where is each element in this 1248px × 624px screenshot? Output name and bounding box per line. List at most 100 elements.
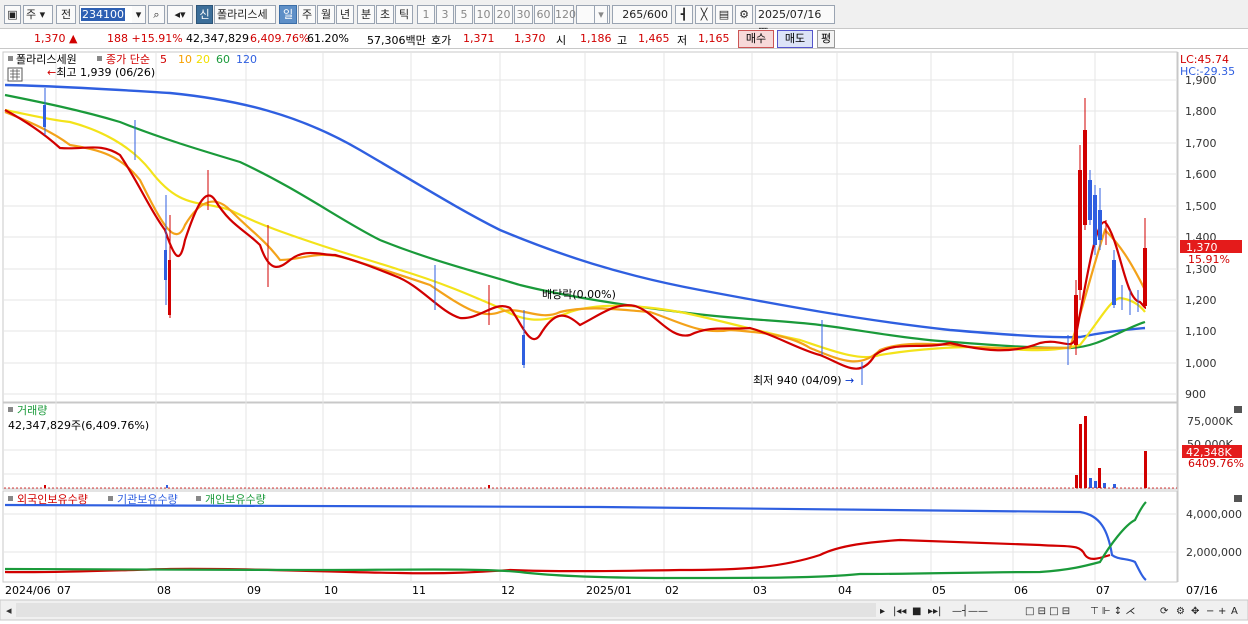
- candle-type-icon[interactable]: ┫: [675, 5, 693, 24]
- count-input[interactable]: 265/600: [612, 5, 672, 24]
- scroll-track[interactable]: [16, 603, 876, 617]
- y-tick: 1,600: [1185, 168, 1217, 181]
- period-second[interactable]: 초: [376, 5, 394, 24]
- y-tick: 2,000,000: [1186, 546, 1242, 559]
- zoom-out-icon[interactable]: −: [1206, 606, 1214, 617]
- ask-price: 1,371: [463, 32, 495, 45]
- refresh-icon[interactable]: ⟳: [1160, 606, 1169, 617]
- font-size-icon[interactable]: A: [1231, 606, 1238, 617]
- period-day[interactable]: 일: [279, 5, 297, 24]
- buy-button[interactable]: 매수: [738, 30, 774, 48]
- scroll-left-icon[interactable]: ◂: [6, 604, 12, 617]
- y-tick: 4,000,000: [1186, 508, 1242, 521]
- minute-3[interactable]: 3: [436, 5, 454, 24]
- minute-10[interactable]: 10: [474, 5, 493, 24]
- x-tick-right: 07/16: [1186, 584, 1218, 597]
- high-price: 1,465: [638, 32, 670, 45]
- minute-30[interactable]: 30: [514, 5, 533, 24]
- low-note: 최저 940 (04/09): [753, 374, 842, 387]
- last-page-icon[interactable]: ▸▸|: [928, 606, 941, 617]
- volume-title: 거래량: [17, 404, 47, 417]
- ma-legend-120: 120: [236, 53, 257, 66]
- grid-toggle-icon[interactable]: [7, 67, 23, 82]
- eval-button[interactable]: 평: [817, 30, 835, 48]
- scroll-right-icon[interactable]: ▸: [880, 606, 885, 617]
- search-icon[interactable]: ⌕: [148, 5, 165, 24]
- last-price-change: 15.91%: [1188, 253, 1230, 266]
- settings-small-icon[interactable]: ⚙: [1176, 606, 1185, 617]
- x-tick: 2025/01: [586, 584, 632, 597]
- drawing-tools-icon[interactable]: ⊤ ⊩ ↕ ⋌: [1090, 606, 1135, 617]
- minute-1[interactable]: 1: [417, 5, 435, 24]
- period-divider-icon[interactable]: □ ⊟ □ ⊟: [1025, 606, 1070, 617]
- volume-panel-close-icon[interactable]: [1234, 406, 1242, 413]
- ma-legend-10: 10: [178, 53, 192, 66]
- x-tick: 12: [501, 584, 515, 597]
- period-month[interactable]: 월: [317, 5, 335, 24]
- new-badge: 신: [196, 5, 213, 24]
- high-note: 최고 1,939 (06/26): [56, 66, 155, 79]
- x-tick: 10: [324, 584, 338, 597]
- custom-period-dropdown-icon[interactable]: ▾: [594, 5, 608, 24]
- chart-svg: 1,900 1,800 1,700 1,600 1,500 1,400 1,30…: [0, 50, 1248, 621]
- x-tick: 09: [247, 584, 261, 597]
- y-tick: 1,100: [1185, 325, 1217, 338]
- minute-20[interactable]: 20: [494, 5, 513, 24]
- date-input[interactable]: 2025/07/16 ▦: [755, 5, 835, 38]
- x-tick: 03: [753, 584, 767, 597]
- x-tick: 02: [665, 584, 679, 597]
- ma-legend-prefix: 종가 단순: [106, 53, 150, 66]
- legend-institution: 기관보유수량: [117, 493, 178, 506]
- speaker-icon[interactable]: ◂▾: [167, 5, 193, 24]
- settings-icon[interactable]: ⚙: [735, 5, 753, 24]
- bottom-controls: ▸ |◂◂ ■ ▸▸| —┤—— □ ⊟ □ ⊟ ⊤ ⊩ ↕ ⋌ ⟳ ⚙ ✥ −…: [880, 604, 1238, 617]
- chart-menu-icon[interactable]: ▣: [4, 5, 21, 24]
- code-dropdown-icon[interactable]: ▾: [132, 5, 146, 24]
- ma-legend-20: 20: [196, 53, 210, 66]
- x-tick: 08: [157, 584, 171, 597]
- trade-amount: 57,306백만: [367, 34, 426, 47]
- draw-tool-icon[interactable]: ╳: [695, 5, 713, 24]
- period-tick[interactable]: 틱: [395, 5, 413, 24]
- move-icon[interactable]: ✥: [1191, 606, 1199, 617]
- stop-icon[interactable]: ■: [912, 606, 921, 617]
- sell-button[interactable]: 매도: [777, 30, 813, 48]
- volume-value: 42,347,829주(6,409.76%): [8, 419, 149, 432]
- prev-button[interactable]: 전: [56, 5, 76, 24]
- save-icon[interactable]: ▤: [715, 5, 733, 24]
- svg-text:→: →: [845, 374, 854, 387]
- zoom-slider-icon[interactable]: —┤——: [952, 604, 988, 617]
- y-tick: 1,000: [1185, 357, 1217, 370]
- price-change: 188 +15.91%: [107, 32, 183, 45]
- period-minute[interactable]: 분: [357, 5, 375, 24]
- volume: 42,347,829: [186, 32, 249, 45]
- first-page-icon[interactable]: |◂◂: [893, 606, 906, 617]
- current-price: 1,370 ▲: [34, 32, 78, 45]
- hoga-label: 호가: [431, 34, 452, 47]
- y-tick: 1,800: [1185, 105, 1217, 118]
- zoom-in-icon[interactable]: +: [1218, 606, 1226, 617]
- minute-5[interactable]: 5: [455, 5, 473, 24]
- legend-individual: 개인보유수량: [205, 493, 266, 506]
- period-week[interactable]: 주: [298, 5, 316, 24]
- quote-bar: 1,370 ▲ 188 +15.91% 42,347,829 6,409.76%…: [0, 29, 1248, 49]
- minute-120[interactable]: 120: [554, 5, 576, 24]
- stock-name: 폴라리스세: [214, 5, 276, 24]
- chart-toolbar: ▣ 주 ▾ 전 234100 ▾ ⌕ ◂▾ 신 폴라리스세 일 주 월 년 분 …: [0, 0, 1248, 38]
- minute-60[interactable]: 60: [534, 5, 553, 24]
- volume-ratio: 6,409.76%: [250, 32, 310, 45]
- market-select[interactable]: 주 ▾: [23, 5, 53, 24]
- hc-label: HC:-29.35: [1180, 65, 1235, 78]
- low-label: 저: [677, 34, 688, 47]
- chart-area[interactable]: 1,900 1,800 1,700 1,600 1,500 1,400 1,30…: [0, 50, 1248, 621]
- holding-panel-close-icon[interactable]: [1234, 495, 1242, 502]
- low-price: 1,165: [698, 32, 730, 45]
- high-label: 고: [617, 34, 628, 47]
- x-tick: 05: [932, 584, 946, 597]
- period-year[interactable]: 년: [336, 5, 354, 24]
- open-label: 시: [556, 34, 567, 47]
- ma-legend-5: 5: [160, 53, 167, 66]
- y-tick: 1,200: [1185, 294, 1217, 307]
- svg-text:←최고 1,939 (06/26): ←최고 1,939 (06/26): [47, 66, 155, 79]
- x-tick: 04: [838, 584, 852, 597]
